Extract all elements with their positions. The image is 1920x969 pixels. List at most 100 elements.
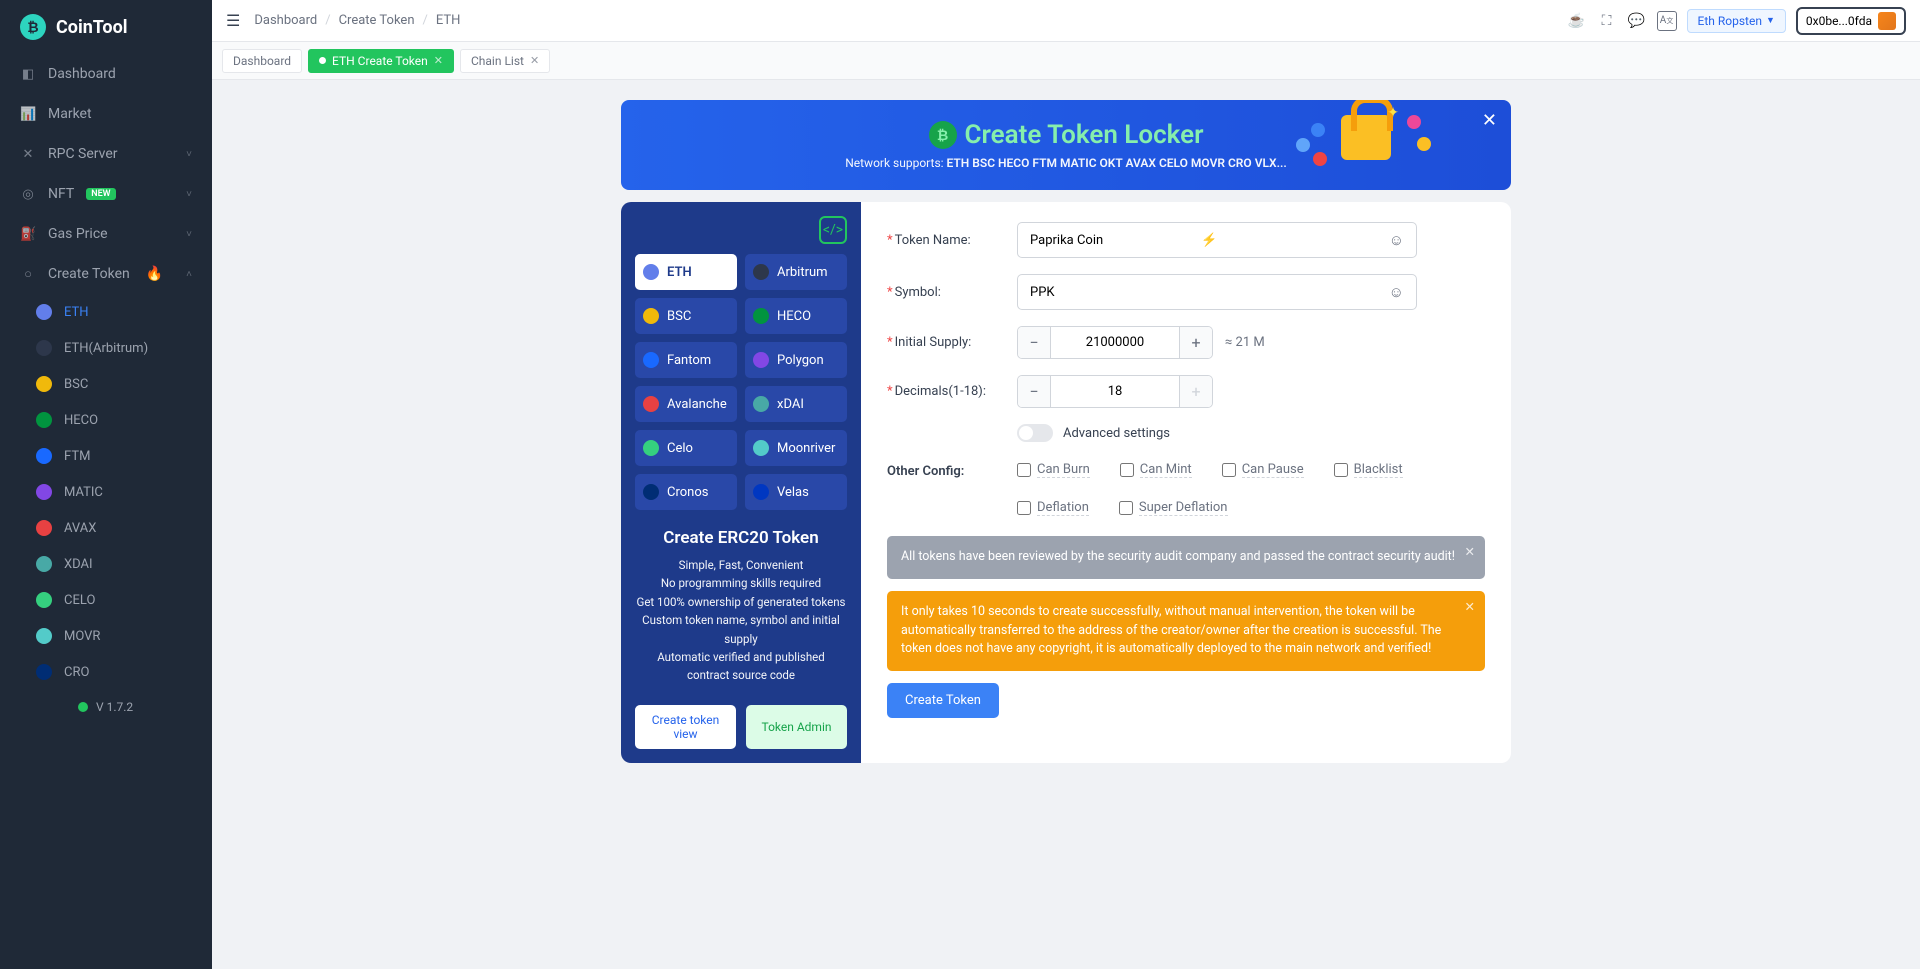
close-icon[interactable]: ✕ xyxy=(530,54,539,67)
chain-icon xyxy=(643,396,659,412)
token-name-input[interactable] xyxy=(1030,233,1201,248)
emoji-picker-icon[interactable]: ☺ xyxy=(1389,231,1404,249)
close-icon[interactable]: ✕ xyxy=(1465,544,1475,563)
sidebar-subitem-movr[interactable]: MOVR xyxy=(0,618,212,654)
chain-heco[interactable]: HECO xyxy=(745,298,847,334)
tab-chain-list[interactable]: Chain List✕ xyxy=(460,49,550,73)
chain-xdai[interactable]: xDAI xyxy=(745,386,847,422)
new-badge: NEW xyxy=(86,188,115,200)
symbol-label: *Symbol: xyxy=(887,285,1017,300)
checkbox-super-deflation[interactable]: Super Deflation xyxy=(1119,500,1228,516)
chain-icon xyxy=(36,628,52,644)
nav-icon: ◎ xyxy=(20,187,36,202)
sidebar-subitem-matic[interactable]: MATIC xyxy=(0,474,212,510)
chain-cronos[interactable]: Cronos xyxy=(635,474,737,510)
close-icon[interactable]: ✕ xyxy=(1465,599,1475,618)
supply-input[interactable] xyxy=(1050,327,1180,358)
chain-icon xyxy=(753,352,769,368)
breadcrumb-item[interactable]: ETH xyxy=(436,13,461,28)
chevron-down-icon: ˅ xyxy=(186,149,192,160)
network-selector[interactable]: Eth Ropsten ▼ xyxy=(1687,9,1786,33)
chain-celo[interactable]: Celo xyxy=(635,430,737,466)
chevron-down-icon: ▼ xyxy=(1766,15,1775,26)
chain-icon xyxy=(643,352,659,368)
checkbox-deflation[interactable]: Deflation xyxy=(1017,500,1089,516)
panel-title: Create ERC20 Token xyxy=(635,528,847,548)
close-icon[interactable]: ✕ xyxy=(434,54,443,67)
chain-icon xyxy=(753,484,769,500)
sidebar-subitem-ftm[interactable]: FTM xyxy=(0,438,212,474)
sidebar-subitem-celo[interactable]: CELO xyxy=(0,582,212,618)
banner-icon: ₿ xyxy=(929,121,957,149)
token-admin-button[interactable]: Token Admin xyxy=(746,705,847,749)
close-icon[interactable]: ✕ xyxy=(1482,110,1497,131)
checkbox-can-mint[interactable]: Can Mint xyxy=(1120,462,1192,478)
chain-icon xyxy=(36,520,52,536)
symbol-input[interactable] xyxy=(1030,285,1389,300)
chain-avalanche[interactable]: Avalanche xyxy=(635,386,737,422)
sidebar-subitem-eth[interactable]: ETH xyxy=(0,294,212,330)
checkbox-can-pause[interactable]: Can Pause xyxy=(1222,462,1304,478)
increase-button[interactable]: + xyxy=(1180,376,1212,407)
chain-icon xyxy=(643,440,659,456)
create-token-card: </> ETHArbitrumBSCHECOFantomPolygonAvala… xyxy=(621,202,1511,763)
fullscreen-icon[interactable]: ⛶ xyxy=(1597,11,1617,31)
breadcrumb-item[interactable]: Create Token xyxy=(339,13,415,28)
config-label: Other Config: xyxy=(887,462,1017,479)
sidebar-subitem-bsc[interactable]: BSC xyxy=(0,366,212,402)
advanced-toggle[interactable] xyxy=(1017,424,1053,442)
language-icon[interactable]: A文 xyxy=(1657,11,1677,31)
chain-velas[interactable]: Velas xyxy=(745,474,847,510)
decrease-button[interactable]: − xyxy=(1018,376,1050,407)
wallet-address: 0x0be...0fda xyxy=(1806,14,1872,28)
chain-icon xyxy=(36,556,52,572)
chevron-down-icon: ˅ xyxy=(186,229,192,240)
sidebar-subitem-avax[interactable]: AVAX xyxy=(0,510,212,546)
logo[interactable]: ₿ CoinTool xyxy=(0,0,212,54)
chat-icon[interactable]: 💬 xyxy=(1627,11,1647,31)
sidebar-subitem-cro[interactable]: CRO xyxy=(0,654,212,690)
chain-polygon[interactable]: Polygon xyxy=(745,342,847,378)
sidebar-subitem-etharbitrum[interactable]: ETH(Arbitrum) xyxy=(0,330,212,366)
create-token-button[interactable]: Create Token xyxy=(887,683,999,718)
promo-banner[interactable]: ✕ ₿ Create Token Locker Network supports… xyxy=(621,100,1511,190)
sidebar-item-nft[interactable]: ◎NFTNEW˅ xyxy=(0,174,212,214)
create-token-view-button[interactable]: Create token view xyxy=(635,705,736,749)
chain-moonriver[interactable]: Moonriver xyxy=(745,430,847,466)
coffee-icon[interactable]: ☕ xyxy=(1567,11,1587,31)
decimals-input[interactable] xyxy=(1050,376,1180,407)
wallet-button[interactable]: 0x0be...0fda xyxy=(1796,7,1906,35)
tab-eth-create-token[interactable]: ETH Create Token✕ xyxy=(308,49,454,73)
increase-button[interactable]: + xyxy=(1180,327,1212,358)
chain-icon xyxy=(753,264,769,280)
checkbox-blacklist[interactable]: Blacklist xyxy=(1334,462,1403,478)
chain-bsc[interactable]: BSC xyxy=(635,298,737,334)
content: ✕ ₿ Create Token Locker Network supports… xyxy=(212,80,1920,969)
chain-icon xyxy=(36,484,52,500)
chain-arbitrum[interactable]: Arbitrum xyxy=(745,254,847,290)
chain-icon xyxy=(36,376,52,392)
metamask-icon xyxy=(1878,12,1896,30)
code-icon[interactable]: </> xyxy=(819,216,847,244)
sidebar-item-gas-price[interactable]: ⛽Gas Price˅ xyxy=(0,214,212,254)
sidebar: ₿ CoinTool ◧Dashboard📊Market✕RPC Server˅… xyxy=(0,0,212,969)
sidebar-subitem-heco[interactable]: HECO xyxy=(0,402,212,438)
nav-icon: ○ xyxy=(20,266,36,282)
chain-eth[interactable]: ETH xyxy=(635,254,737,290)
nav-icon: 📊 xyxy=(20,107,36,122)
menu-toggle-icon[interactable]: ☰ xyxy=(226,11,240,30)
checkbox-can-burn[interactable]: Can Burn xyxy=(1017,462,1090,478)
sidebar-item-dashboard[interactable]: ◧Dashboard xyxy=(0,54,212,94)
sidebar-item-rpc-server[interactable]: ✕RPC Server˅ xyxy=(0,134,212,174)
sidebar-item-create-token[interactable]: ○Create Token🔥˄ xyxy=(0,254,212,294)
decrease-button[interactable]: − xyxy=(1018,327,1050,358)
sidebar-subitem-xdai[interactable]: XDAI xyxy=(0,546,212,582)
chain-fantom[interactable]: Fantom xyxy=(635,342,737,378)
decimals-label: *Decimals(1-18): xyxy=(887,384,1017,399)
emoji-picker-icon[interactable]: ☺ xyxy=(1389,283,1404,301)
chain-icon xyxy=(36,304,52,320)
tabs-bar: DashboardETH Create Token✕Chain List✕ xyxy=(212,42,1920,80)
sidebar-item-market[interactable]: 📊Market xyxy=(0,94,212,134)
breadcrumb-item[interactable]: Dashboard xyxy=(254,13,317,28)
tab-dashboard[interactable]: Dashboard xyxy=(222,49,302,73)
